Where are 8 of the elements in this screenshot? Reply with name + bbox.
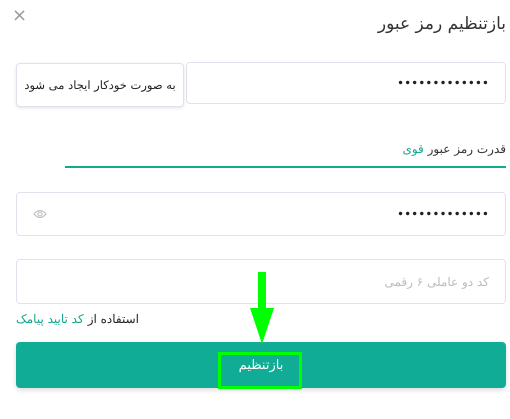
dialog-title: بازتنظیم رمز عبور xyxy=(378,14,506,34)
eye-icon[interactable] xyxy=(33,209,47,219)
confirm-password-field[interactable]: ••••••••••••• xyxy=(16,192,506,236)
strength-text: قدرت رمز عبور قوی xyxy=(401,142,506,156)
sms-option-text: استفاده از xyxy=(88,312,139,326)
generate-password-button[interactable]: به صورت خودکار ایجاد می شود xyxy=(16,63,184,107)
password-field[interactable]: ••••••••••••• xyxy=(186,62,506,104)
two-factor-code-field[interactable]: کد دو عاملی ۶ رقمی xyxy=(16,259,506,304)
